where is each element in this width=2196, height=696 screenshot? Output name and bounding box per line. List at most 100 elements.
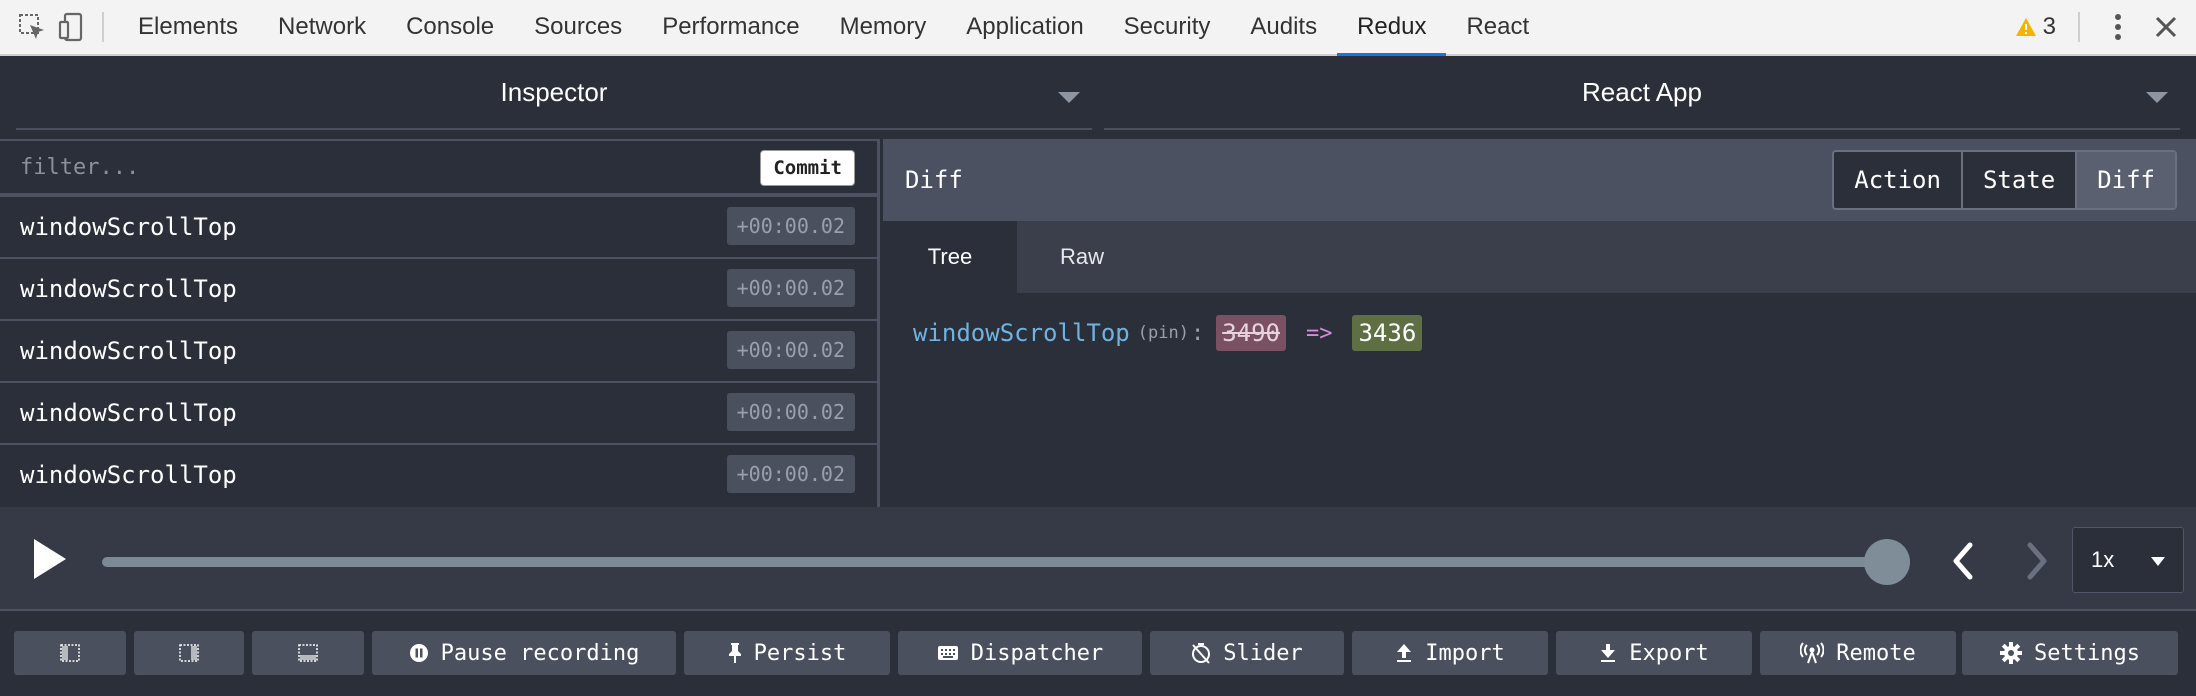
persist-button[interactable]: Persist (684, 631, 890, 675)
import-button[interactable]: Import (1352, 631, 1548, 675)
keyboard-icon (937, 646, 958, 660)
dock-right-icon (179, 644, 199, 662)
pin-icon (728, 643, 741, 663)
list-item[interactable]: windowScrollTop +00:00.02 (0, 195, 877, 257)
pause-icon (409, 644, 428, 662)
monitor-select-value: Inspector (500, 76, 608, 107)
tab-react[interactable]: React (1446, 0, 1549, 55)
warnings-counter[interactable]: 3 (2015, 13, 2078, 41)
diff-colon: : (1190, 320, 1205, 346)
import-label: Import (1425, 640, 1505, 666)
list-item[interactable]: windowScrollTop +00:00.02 (0, 319, 877, 381)
monitor-selectors: Inspector React App (0, 56, 2196, 140)
dock-left-icon (60, 644, 80, 662)
step-back-icon[interactable] (1944, 539, 1984, 583)
diff-new-value: 3436 (1352, 315, 1423, 351)
toolbar-divider (102, 12, 104, 42)
monitor-select[interactable]: Inspector (16, 56, 1092, 130)
tab-sources[interactable]: Sources (514, 0, 642, 55)
action-name: windowScrollTop (20, 399, 237, 427)
tab-tree[interactable]: Tree (883, 221, 1017, 293)
tab-state[interactable]: State (1962, 152, 2078, 208)
list-item[interactable]: windowScrollTop +00:00.02 (0, 257, 877, 319)
tab-raw[interactable]: Raw (1017, 221, 1147, 293)
chevron-down-icon (1058, 92, 1080, 103)
playback-speed-select[interactable]: 1x (2072, 527, 2184, 593)
dispatcher-button[interactable]: Dispatcher (898, 631, 1142, 675)
gear-icon (2000, 642, 2023, 664)
tab-diff[interactable]: Diff (2077, 152, 2175, 208)
tab-application[interactable]: Application (946, 0, 1103, 55)
action-name: windowScrollTop (20, 337, 237, 365)
action-filter-row: Commit (0, 141, 877, 195)
action-timestamp: +00:00.02 (726, 455, 855, 493)
action-name: windowScrollTop (20, 213, 237, 241)
action-preview: Diff Action State Diff Tree Raw windowSc… (883, 139, 2196, 507)
instance-select[interactable]: React App (1104, 56, 2180, 130)
playback-speed-value: 1x (2091, 547, 2115, 572)
close-icon[interactable] (2142, 3, 2190, 51)
filter-input[interactable] (20, 154, 720, 180)
play-icon[interactable] (30, 537, 70, 581)
dock-bottom-button[interactable] (252, 631, 364, 675)
dock-right-button[interactable] (134, 631, 244, 675)
slider-monitor: 1x (0, 507, 2196, 611)
warning-count: 3 (2042, 13, 2056, 40)
action-name: windowScrollTop (20, 461, 237, 489)
preview-subtabs: Tree Raw (883, 221, 2196, 293)
download-icon (1601, 644, 1616, 662)
pin-link[interactable]: (pin) (1138, 323, 1189, 343)
tab-security[interactable]: Security (1104, 0, 1231, 55)
tab-network[interactable]: Network (258, 0, 386, 55)
timeline-slider-track[interactable] (102, 557, 1892, 567)
devtools-tabbar: Elements Network Console Sources Perform… (0, 0, 2196, 57)
diff-old-value: 3490 (1216, 315, 1286, 351)
diff-arrow: => (1305, 320, 1333, 346)
export-button[interactable]: Export (1556, 631, 1752, 675)
export-label: Export (1629, 640, 1709, 666)
action-name: windowScrollTop (20, 275, 237, 303)
settings-label: Settings (2034, 640, 2140, 666)
timeline-slider-handle[interactable] (1864, 539, 1910, 585)
dispatcher-label: Dispatcher (970, 640, 1104, 666)
commit-button[interactable]: Commit (760, 150, 855, 186)
upload-icon (1397, 644, 1412, 662)
diff-key[interactable]: windowScrollTop (913, 319, 1130, 347)
action-timestamp: +00:00.02 (726, 331, 855, 369)
device-toolbar-icon[interactable] (52, 7, 92, 47)
slider-label: Slider (1223, 640, 1303, 666)
broadcast-icon (1800, 642, 1825, 664)
list-item[interactable]: windowScrollTop +00:00.02 (0, 443, 877, 505)
tab-memory[interactable]: Memory (820, 0, 947, 55)
action-timestamp: +00:00.02 (726, 393, 855, 431)
diff-entry: windowScrollTop (pin) : 3490 => 3436 (883, 293, 2196, 351)
tab-action[interactable]: Action (1834, 152, 1963, 208)
instance-select-value: React App (1582, 76, 1702, 107)
pause-recording-button[interactable]: Pause recording (372, 631, 676, 675)
remote-button[interactable]: Remote (1760, 631, 1956, 675)
preview-tab-group: Action State Diff (1832, 150, 2177, 210)
action-list: Commit windowScrollTop +00:00.02 windowS… (0, 139, 880, 507)
preview-header: Diff Action State Diff (883, 139, 2196, 221)
chevron-down-icon (2146, 92, 2168, 103)
inspect-element-icon[interactable] (12, 7, 52, 47)
dock-left-button[interactable] (14, 631, 126, 675)
warning-icon (2015, 18, 2036, 36)
slider-button[interactable]: Slider (1150, 631, 1344, 675)
tab-elements[interactable]: Elements (118, 0, 258, 55)
settings-button[interactable]: Settings (1962, 631, 2178, 675)
action-timestamp: +00:00.02 (726, 207, 855, 245)
tab-audits[interactable]: Audits (1230, 0, 1337, 55)
persist-label: Persist (753, 640, 847, 666)
chevron-down-icon (2151, 557, 2165, 566)
preview-title: Diff (905, 166, 963, 194)
timer-off-icon (1192, 643, 1211, 664)
tab-redux[interactable]: Redux (1337, 0, 1447, 57)
tab-performance[interactable]: Performance (642, 0, 819, 55)
tab-console[interactable]: Console (386, 0, 514, 55)
more-options-icon[interactable] (2094, 3, 2142, 51)
footer-toolbar: Pause recording Persist Dispatcher Slide… (0, 613, 2196, 696)
step-forward-icon[interactable] (2016, 539, 2056, 583)
list-item[interactable]: windowScrollTop +00:00.02 (0, 381, 877, 443)
pause-recording-label: Pause recording (440, 640, 640, 666)
